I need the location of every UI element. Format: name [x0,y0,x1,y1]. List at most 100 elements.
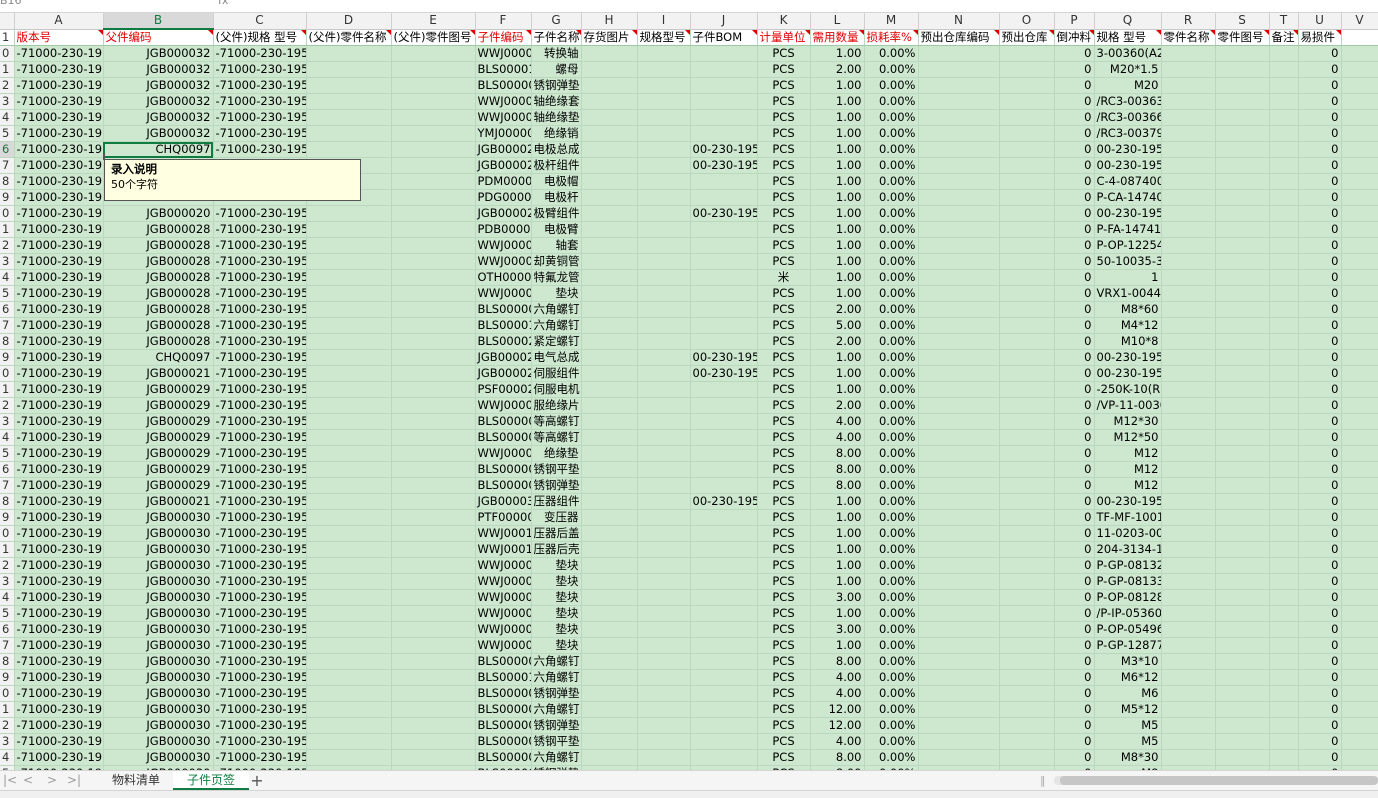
cell-s[interactable] [1215,45,1270,62]
cell-h[interactable] [581,301,638,318]
cell-d[interactable] [306,109,392,126]
cell-r[interactable] [1161,397,1216,414]
cell-n[interactable] [918,381,1000,398]
cell-t[interactable] [1269,477,1299,494]
field-header-cell[interactable]: 规格型号 [637,29,691,46]
cell-c[interactable]: -71000-230-1953 [213,717,307,734]
cell-r[interactable] [1161,701,1216,718]
cell-n[interactable] [918,653,1000,670]
cell-u[interactable]: 0 [1298,477,1342,494]
cell-a[interactable]: -71000-230-1953 [14,301,104,318]
cell-f[interactable]: BLS000004 [475,477,532,494]
cell-k[interactable]: PCS [757,493,811,510]
cell-p[interactable]: 0 [1054,461,1095,478]
cell-p[interactable]: 0 [1054,653,1095,670]
column-header-q[interactable]: Q [1094,13,1162,30]
cell-n[interactable] [918,301,1000,318]
spreadsheet-grid[interactable]: A B C D E F G H I J K L M N O P Q R S T U V 1 版本号 父件编码 (父件)规格 型号(… [0,13,1378,770]
cell-b[interactable]: JGB000032 [103,109,214,126]
cell-c[interactable]: -71000-230-1953 [213,413,307,430]
cell-b[interactable]: JGB000032 [103,77,214,94]
row-number[interactable]: 0 [0,45,15,62]
cell-f[interactable]: WWJ000015 [475,621,532,638]
cell-d[interactable] [306,509,392,526]
cell-f[interactable]: PSF000020 [475,381,532,398]
cell-t[interactable] [1269,93,1299,110]
cell-s[interactable] [1215,461,1270,478]
cell-s[interactable] [1215,413,1270,430]
cell-n[interactable] [918,61,1000,78]
row-number[interactable]: 1 [0,701,15,718]
cell-m[interactable]: 0.00% [864,349,919,366]
cell-d[interactable] [306,429,392,446]
cell-f[interactable]: WWJ000041 [475,93,532,110]
cell-f[interactable]: WWJ000015 [475,637,532,654]
cell-f[interactable]: PDG000001 [475,189,532,206]
cell-k[interactable]: PCS [757,301,811,318]
cell-h[interactable] [581,445,638,462]
cell-o[interactable] [999,365,1055,382]
field-header-cell[interactable]: 规格 型号 [1094,29,1162,46]
cell-j[interactable]: 00-230-1953 [690,157,758,174]
cell-k[interactable]: PCS [757,45,811,62]
column-header-n[interactable]: N [918,13,1000,30]
cell-g[interactable]: 垫块 [531,637,582,654]
cell-k[interactable]: PCS [757,445,811,462]
cell-g[interactable]: 垫块 [531,573,582,590]
cell-b[interactable]: JGB000028 [103,317,214,334]
row-number[interactable]: 3 [0,733,15,750]
cell-k[interactable]: PCS [757,733,811,750]
cell-b[interactable]: JGB000021 [103,365,214,382]
scroll-split-icon[interactable]: ‖ [1040,774,1046,787]
cell-i[interactable] [637,109,691,126]
field-header-cell[interactable]: 父件编码 [103,29,214,46]
cell-f[interactable]: PDB000003 [475,221,532,238]
cell-l[interactable]: 2.00 [810,61,865,78]
cell-l[interactable]: 1.00 [810,557,865,574]
cell-h[interactable] [581,189,638,206]
cell-q[interactable]: P-FA-14741 [1094,221,1162,238]
cell-o[interactable] [999,637,1055,654]
cell-d[interactable] [306,733,392,750]
cell-n[interactable] [918,365,1000,382]
cell-t[interactable] [1269,157,1299,174]
cell-j[interactable] [690,109,758,126]
cell-o[interactable] [999,189,1055,206]
cell-g[interactable]: 却黄铜管 [531,253,582,270]
cell-n[interactable] [918,685,1000,702]
cell-l[interactable]: 1.00 [810,93,865,110]
cell-d[interactable] [306,413,392,430]
column-header-i[interactable]: I [637,13,691,30]
cell-e[interactable] [391,541,476,558]
cell-k[interactable]: PCS [757,333,811,350]
cell-h[interactable] [581,381,638,398]
cell-n[interactable] [918,157,1000,174]
cell-n[interactable] [918,557,1000,574]
cell-c[interactable]: -71000-230-1953 [213,301,307,318]
cell-p[interactable]: 0 [1054,109,1095,126]
cell-a[interactable]: -71000-230-1953 [14,381,104,398]
cell-b[interactable]: JGB000020 [103,205,214,222]
cell-s[interactable] [1215,221,1270,238]
cell-l[interactable]: 1.00 [810,253,865,270]
cell-l[interactable]: 1.00 [810,125,865,142]
cell-v[interactable] [1341,173,1378,190]
cell-c[interactable]: -71000-230-1953 [213,381,307,398]
cell-l[interactable]: 1.00 [810,269,865,286]
cell-v[interactable] [1341,717,1378,734]
cell-m[interactable]: 0.00% [864,253,919,270]
cell-i[interactable] [637,509,691,526]
cell-d[interactable] [306,93,392,110]
cell-c[interactable]: -71000-230-1953 [213,573,307,590]
cell-u[interactable]: 0 [1298,461,1342,478]
cell-j[interactable] [690,77,758,94]
cell-m[interactable]: 0.00% [864,61,919,78]
cell-n[interactable] [918,141,1000,158]
cell-h[interactable] [581,333,638,350]
cell-j[interactable] [690,509,758,526]
cell-e[interactable] [391,301,476,318]
cell-r[interactable] [1161,541,1216,558]
cell-u[interactable]: 0 [1298,317,1342,334]
field-header-cell[interactable]: 预出仓库 [999,29,1055,46]
row-number[interactable]: 8 [0,493,15,510]
